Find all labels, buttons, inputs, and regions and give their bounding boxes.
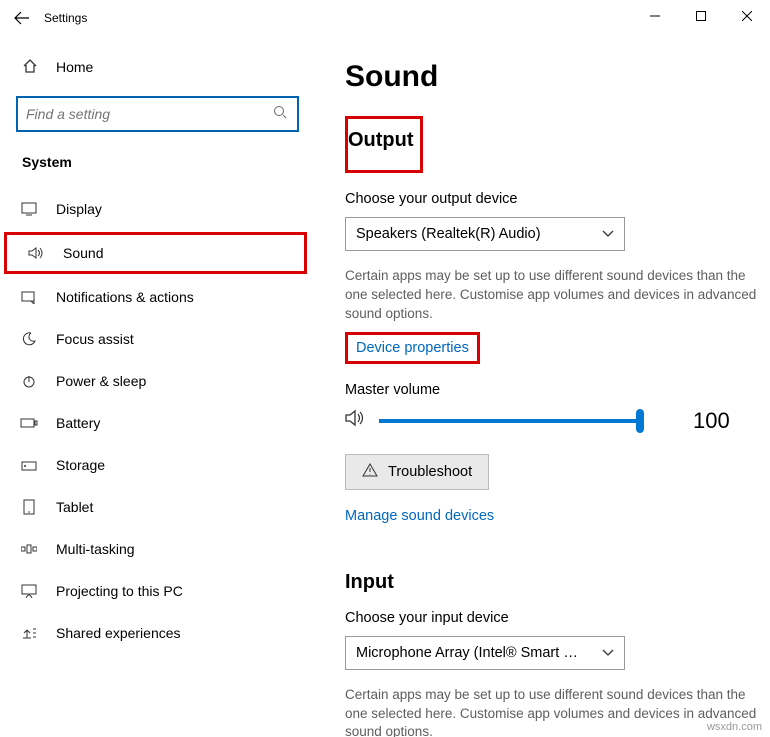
- sidebar-item-focus-assist[interactable]: Focus assist: [0, 318, 315, 360]
- window-controls: [632, 0, 770, 32]
- input-heading: Input: [345, 571, 760, 594]
- output-description: Certain apps may be set up to use differ…: [345, 267, 760, 324]
- main-content: Sound Output Choose your output device S…: [325, 36, 770, 737]
- shared-icon: [20, 626, 38, 640]
- output-device-select[interactable]: Speakers (Realtek(R) Audio): [345, 217, 625, 251]
- sidebar-item-battery[interactable]: Battery: [0, 402, 315, 444]
- volume-value: 100: [693, 408, 730, 434]
- storage-icon: [20, 458, 38, 472]
- input-description: Certain apps may be set up to use differ…: [345, 686, 760, 737]
- volume-slider[interactable]: [379, 419, 639, 423]
- master-volume-label: Master volume: [345, 382, 760, 398]
- sidebar-item-projecting[interactable]: Projecting to this PC: [0, 570, 315, 612]
- input-choose-label: Choose your input device: [345, 610, 760, 626]
- maximize-button[interactable]: [678, 0, 724, 32]
- maximize-icon: [696, 11, 706, 21]
- multitasking-icon: [20, 543, 38, 555]
- sidebar-item-storage[interactable]: Storage: [0, 444, 315, 486]
- chevron-down-icon: [602, 226, 614, 242]
- highlight-device-properties: Device properties: [345, 332, 480, 364]
- arrow-left-icon: [14, 10, 30, 26]
- close-icon: [742, 11, 752, 21]
- sidebar-item-label: Display: [56, 201, 102, 217]
- slider-thumb[interactable]: [636, 409, 644, 433]
- output-choose-label: Choose your output device: [345, 191, 760, 207]
- home-icon: [22, 58, 38, 77]
- search-input[interactable]: [26, 106, 271, 122]
- sound-icon: [27, 246, 45, 260]
- warning-icon: [362, 463, 378, 481]
- output-device-value: Speakers (Realtek(R) Audio): [356, 226, 541, 242]
- troubleshoot-button[interactable]: Troubleshoot: [345, 454, 489, 490]
- sidebar-item-power-sleep[interactable]: Power & sleep: [0, 360, 315, 402]
- sidebar-item-label: Sound: [63, 245, 103, 261]
- troubleshoot-label: Troubleshoot: [388, 464, 472, 480]
- sidebar-item-notifications[interactable]: Notifications & actions: [0, 276, 315, 318]
- minimize-button[interactable]: [632, 0, 678, 32]
- sidebar-item-display[interactable]: Display: [0, 188, 315, 230]
- sidebar-item-shared-experiences[interactable]: Shared experiences: [0, 612, 315, 654]
- focus-assist-icon: [20, 331, 38, 347]
- minimize-icon: [650, 11, 660, 21]
- manage-sound-devices-link[interactable]: Manage sound devices: [345, 508, 494, 524]
- sidebar-home-label: Home: [56, 59, 93, 75]
- output-heading: Output: [348, 129, 414, 152]
- projecting-icon: [20, 584, 38, 598]
- sidebar-item-multitasking[interactable]: Multi-tasking: [0, 528, 315, 570]
- tablet-icon: [20, 499, 38, 515]
- power-icon: [20, 373, 38, 389]
- sidebar-item-label: Power & sleep: [56, 373, 146, 389]
- page-title: Sound: [345, 60, 760, 94]
- sidebar-item-label: Shared experiences: [56, 625, 181, 641]
- chevron-down-icon: [602, 645, 614, 661]
- sidebar-home[interactable]: Home: [0, 46, 315, 88]
- highlight-output-heading: Output: [345, 116, 423, 173]
- close-button[interactable]: [724, 0, 770, 32]
- sidebar-item-label: Multi-tasking: [56, 541, 135, 557]
- input-device-select[interactable]: Microphone Array (Intel® Smart So...: [345, 636, 625, 670]
- sidebar-section-header: System: [0, 142, 315, 182]
- battery-icon: [20, 417, 38, 429]
- search-box[interactable]: [16, 96, 299, 132]
- sidebar-section-label: System: [22, 154, 72, 170]
- speaker-icon[interactable]: [345, 409, 365, 432]
- sidebar-item-tablet[interactable]: Tablet: [0, 486, 315, 528]
- sidebar: Home System Display Sound Notifications …: [0, 36, 325, 737]
- sidebar-item-label: Tablet: [56, 499, 93, 515]
- sidebar-item-label: Battery: [56, 415, 100, 431]
- watermark: wsxdn.com: [707, 721, 762, 733]
- sidebar-item-label: Focus assist: [56, 331, 134, 347]
- back-button[interactable]: [0, 10, 44, 26]
- notifications-icon: [20, 290, 38, 304]
- sidebar-item-label: Projecting to this PC: [56, 583, 183, 599]
- sidebar-item-sound[interactable]: Sound: [4, 232, 307, 274]
- input-device-value: Microphone Array (Intel® Smart So...: [356, 645, 586, 661]
- sidebar-item-label: Notifications & actions: [56, 289, 194, 305]
- volume-slider-row: 100: [345, 408, 760, 434]
- window-title: Settings: [44, 11, 87, 25]
- sidebar-item-label: Storage: [56, 457, 105, 473]
- display-icon: [20, 202, 38, 216]
- search-icon: [271, 105, 289, 124]
- output-device-properties-link[interactable]: Device properties: [356, 340, 469, 356]
